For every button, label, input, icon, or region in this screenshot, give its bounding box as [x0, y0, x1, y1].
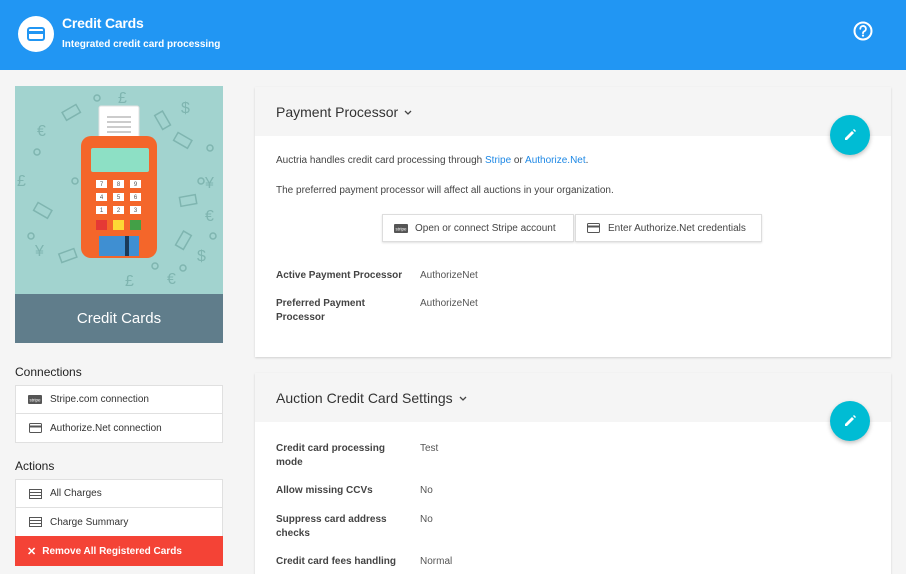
close-icon: ✕: [27, 545, 37, 558]
connect-stripe-label: Open or connect Stripe account: [415, 222, 556, 234]
pencil-icon: [845, 129, 856, 140]
suppress-address-label: Suppress card address checks: [276, 514, 387, 539]
svg-text:stripe: stripe: [395, 226, 407, 231]
auction-settings-header[interactable]: Auction Credit Card Settings: [255, 373, 891, 422]
pencil-icon: [845, 415, 856, 426]
missing-ccv-label: Allow missing CCVs: [276, 485, 373, 496]
missing-ccv-value: No: [420, 485, 433, 496]
charge-summary-item[interactable]: Charge Summary: [16, 508, 222, 536]
actions-list: All Charges Charge Summary: [15, 479, 223, 537]
svg-text:stripe: stripe: [29, 397, 41, 402]
credit-card-icon: [28, 423, 42, 433]
list-icon: [28, 517, 42, 527]
payment-processor-header[interactable]: Payment Processor: [255, 87, 891, 136]
chevron-down-icon: [404, 107, 412, 117]
list-icon: [28, 488, 42, 499]
sidebar: £ € $ ¥ £ € ¥ £ € $ 789 456 12 3 Credit …: [0, 70, 238, 574]
svg-text:£: £: [118, 90, 127, 107]
fees-handling-label: Credit card fees handling: [276, 556, 397, 567]
svg-text:¥: ¥: [204, 175, 214, 192]
stripe-connection-item[interactable]: stripe Stripe.com connection: [16, 386, 222, 414]
preferred-processor-label: Preferred Payment Processor: [276, 298, 365, 323]
stripe-link[interactable]: Stripe: [485, 155, 511, 166]
svg-text:£: £: [17, 173, 26, 190]
all-charges-label: All Charges: [50, 488, 102, 499]
preferred-processor-value: AuthorizeNet: [420, 298, 478, 309]
svg-text:$: $: [197, 248, 206, 265]
credit-card-icon: [18, 16, 54, 52]
authorize-connection-label: Authorize.Net connection: [50, 422, 162, 434]
help-circle-icon[interactable]: [853, 21, 873, 41]
remove-all-cards-label: Remove All Registered Cards: [42, 545, 182, 557]
svg-text:€: €: [167, 271, 176, 288]
page-title: Credit Cards: [62, 15, 144, 31]
page-subtitle: Integrated credit card processing: [62, 39, 221, 50]
credit-card-icon: [587, 223, 601, 233]
active-processor-label: Active Payment Processor: [276, 270, 403, 281]
all-charges-item[interactable]: All Charges: [16, 480, 222, 508]
edit-auction-settings-button[interactable]: [830, 401, 870, 441]
processor-note: The preferred payment processor will aff…: [276, 185, 614, 196]
svg-text:£: £: [125, 273, 134, 290]
svg-text:€: €: [37, 123, 46, 140]
svg-text:$: $: [181, 100, 190, 117]
svg-text:¥: ¥: [34, 243, 44, 260]
payment-processor-title: Payment Processor: [276, 103, 399, 120]
edit-payment-processor-button[interactable]: [830, 115, 870, 155]
connections-title: Connections: [15, 365, 82, 379]
processor-description: Auctria handles credit card processing t…: [276, 155, 589, 166]
chevron-down-icon: [459, 393, 467, 403]
processing-mode-value: Test: [420, 443, 439, 454]
connect-stripe-button[interactable]: stripe Open or connect Stripe account: [382, 214, 574, 242]
charge-summary-label: Charge Summary: [50, 516, 129, 528]
hero-label: Credit Cards: [15, 294, 223, 343]
active-processor-value: AuthorizeNet: [420, 270, 478, 281]
remove-all-cards-button[interactable]: ✕ Remove All Registered Cards: [15, 536, 223, 566]
auction-settings-card: Auction Credit Card Settings Credit card…: [255, 373, 891, 574]
actions-title: Actions: [15, 459, 55, 473]
payment-processor-card: Payment Processor Auctria handles credit…: [255, 87, 891, 357]
fees-handling-value: Normal: [420, 556, 453, 567]
suppress-address-value: No: [420, 514, 433, 525]
svg-text:€: €: [205, 208, 214, 225]
hero-card: £ € $ ¥ £ € ¥ £ € $ 789 456 12 3 Credit …: [15, 86, 223, 343]
authorize-link[interactable]: Authorize.Net: [525, 155, 586, 166]
authorize-connection-item[interactable]: Authorize.Net connection: [16, 414, 222, 442]
auction-settings-title: Auction Credit Card Settings: [276, 389, 453, 406]
app-header: Credit Cards Integrated credit card proc…: [0, 0, 906, 70]
stripe-icon: stripe: [394, 223, 408, 233]
stripe-icon: stripe: [28, 395, 42, 405]
connections-list: stripe Stripe.com connection Authorize.N…: [15, 385, 223, 443]
authorize-credentials-button[interactable]: Enter Authorize.Net credentials: [575, 214, 762, 242]
stripe-connection-label: Stripe.com connection: [50, 394, 149, 405]
payment-terminal-illustration: £ € $ ¥ £ € ¥ £ € $ 789 456 12 3: [15, 86, 223, 294]
processing-mode-label: Credit card processing mode: [276, 443, 385, 468]
authorize-credentials-label: Enter Authorize.Net credentials: [608, 222, 746, 234]
